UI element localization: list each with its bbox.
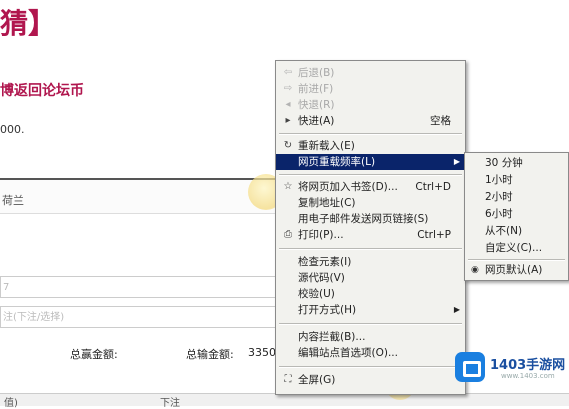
- reload-icon: ↻: [283, 140, 293, 151]
- rewind-icon: ◂: [285, 99, 291, 110]
- menu-item-inspect[interactable]: 检查元素(I): [276, 254, 465, 270]
- forward-icon: ⇨: [283, 83, 293, 94]
- menu-item-shortcut: 空格: [430, 115, 451, 127]
- menu-item-label: 编辑站点首选项(O)...: [298, 347, 398, 359]
- submenu-item-1h[interactable]: 1小时: [465, 172, 568, 189]
- menu-item-content-blocking[interactable]: 内容拦截(B)...: [276, 329, 465, 345]
- menu-item-rewind[interactable]: ◂ 快退(R): [276, 97, 465, 113]
- submenu-item-label: 网页默认(A): [485, 264, 543, 276]
- menu-item-bookmark[interactable]: ☆ 将网页加入书签(D)... Ctrl+D: [276, 179, 465, 195]
- submenu-arrow-icon: ▶: [453, 305, 460, 314]
- watermark-logo-icon: [455, 352, 485, 382]
- menu-separator: [279, 323, 462, 325]
- menu-item-label: 将网页加入书签(D)...: [298, 181, 398, 193]
- table-header-bet: 下注: [160, 398, 180, 409]
- menu-item-fast-forward[interactable]: ▸ 快进(A) 空格: [276, 113, 465, 129]
- menu-item-email-link[interactable]: 用电子邮件发送网页链接(S): [276, 211, 465, 227]
- menu-item-open-with[interactable]: 打开方式(H) ▶: [276, 302, 465, 318]
- menu-item-label: 检查元素(I): [298, 256, 352, 268]
- menu-item-copy-address[interactable]: 复制地址(C): [276, 195, 465, 211]
- submenu-item-6h[interactable]: 6小时: [465, 206, 568, 223]
- menu-item-label: 打印(P)...: [298, 229, 344, 241]
- submenu-item-30min[interactable]: 30 分钟: [465, 155, 568, 172]
- submenu-item-never[interactable]: 从不(N): [465, 223, 568, 240]
- watermark-url: www.1403.com: [501, 372, 555, 380]
- menu-item-source[interactable]: 源代码(V): [276, 270, 465, 286]
- total-win-label: 总赢金额:: [70, 348, 118, 361]
- submenu-arrow-icon: ▶: [453, 157, 460, 166]
- team-name: 荷兰: [2, 194, 24, 207]
- submenu-item-custom[interactable]: 自定义(C)...: [465, 240, 568, 257]
- menu-item-print[interactable]: ⎙ 打印(P)... Ctrl+P: [276, 227, 465, 243]
- menu-item-shortcut: Ctrl+P: [417, 229, 451, 241]
- menu-item-site-preferences[interactable]: 编辑站点首选项(O)...: [276, 345, 465, 361]
- bet-input[interactable]: 7: [0, 276, 300, 298]
- fast-forward-icon: ▸: [285, 115, 291, 126]
- submenu-item-label: 自定义(C)...: [485, 242, 543, 254]
- menu-separator: [279, 174, 462, 176]
- menu-separator: [279, 133, 462, 135]
- submenu-item-label: 1小时: [485, 174, 513, 186]
- page-subtitle: 博返回论坛币: [0, 83, 84, 99]
- menu-separator: [279, 248, 462, 250]
- site-watermark: 1403手游网 www.1403.com: [455, 350, 565, 390]
- menu-item-label: 后退(B): [298, 67, 335, 79]
- submenu-item-label: 30 分钟: [485, 157, 523, 169]
- bookmark-icon: ☆: [283, 181, 293, 192]
- menu-item-reload-frequency[interactable]: 网页重载频率(L) ▶: [276, 154, 465, 170]
- menu-item-validate[interactable]: 校验(U): [276, 286, 465, 302]
- menu-item-label: 校验(U): [298, 288, 335, 300]
- back-icon: ⇦: [283, 67, 293, 78]
- page-title: 猜】: [0, 7, 57, 40]
- menu-separator: [279, 366, 462, 368]
- submenu-separator: [468, 259, 565, 261]
- menu-item-label: 重新载入(E): [298, 140, 355, 152]
- reload-frequency-submenu: 30 分钟 1小时 2小时 6小时 从不(N) 自定义(C)... ◉ 网页默认…: [464, 152, 569, 281]
- menu-item-label: 快进(A): [298, 115, 335, 127]
- table-header-value: 值): [4, 398, 18, 409]
- submenu-item-page-default[interactable]: ◉ 网页默认(A): [465, 262, 568, 279]
- submenu-item-label: 2小时: [485, 191, 513, 203]
- radio-selected-icon: ◉: [471, 265, 479, 275]
- total-lose-label: 总输金额:: [186, 348, 234, 361]
- menu-item-back[interactable]: ⇦ 后退(B): [276, 65, 465, 81]
- submenu-item-label: 从不(N): [485, 225, 523, 237]
- menu-item-label: 源代码(V): [298, 272, 345, 284]
- amount-text: 000.: [0, 123, 25, 136]
- bet-note-input[interactable]: 注(下注/选择): [0, 306, 300, 328]
- menu-item-label: 复制地址(C): [298, 197, 356, 209]
- submenu-item-label: 6小时: [485, 208, 513, 220]
- menu-item-label: 打开方式(H): [298, 304, 357, 316]
- menu-item-label: 内容拦截(B)...: [298, 331, 366, 343]
- menu-item-forward[interactable]: ⇨ 前进(F): [276, 81, 465, 97]
- watermark-brand: 1403手游网: [490, 358, 566, 373]
- menu-item-reload[interactable]: ↻ 重新载入(E): [276, 138, 465, 154]
- print-icon: ⎙: [284, 229, 292, 240]
- context-menu: ⇦ 后退(B) ⇨ 前进(F) ◂ 快退(R) ▸ 快进(A) 空格 ↻ 重新载…: [275, 60, 466, 395]
- menu-item-label: 用电子邮件发送网页链接(S): [298, 213, 429, 225]
- submenu-item-2h[interactable]: 2小时: [465, 189, 568, 206]
- menu-item-fullscreen[interactable]: ⛶ 全屏(G): [276, 372, 465, 388]
- menu-item-label: 快退(R): [298, 99, 335, 111]
- menu-item-label: 网页重载频率(L): [298, 156, 376, 168]
- fullscreen-icon: ⛶: [284, 374, 292, 385]
- menu-item-shortcut: Ctrl+D: [415, 181, 451, 193]
- menu-item-label: 前进(F): [298, 83, 334, 95]
- menu-item-label: 全屏(G): [298, 374, 336, 386]
